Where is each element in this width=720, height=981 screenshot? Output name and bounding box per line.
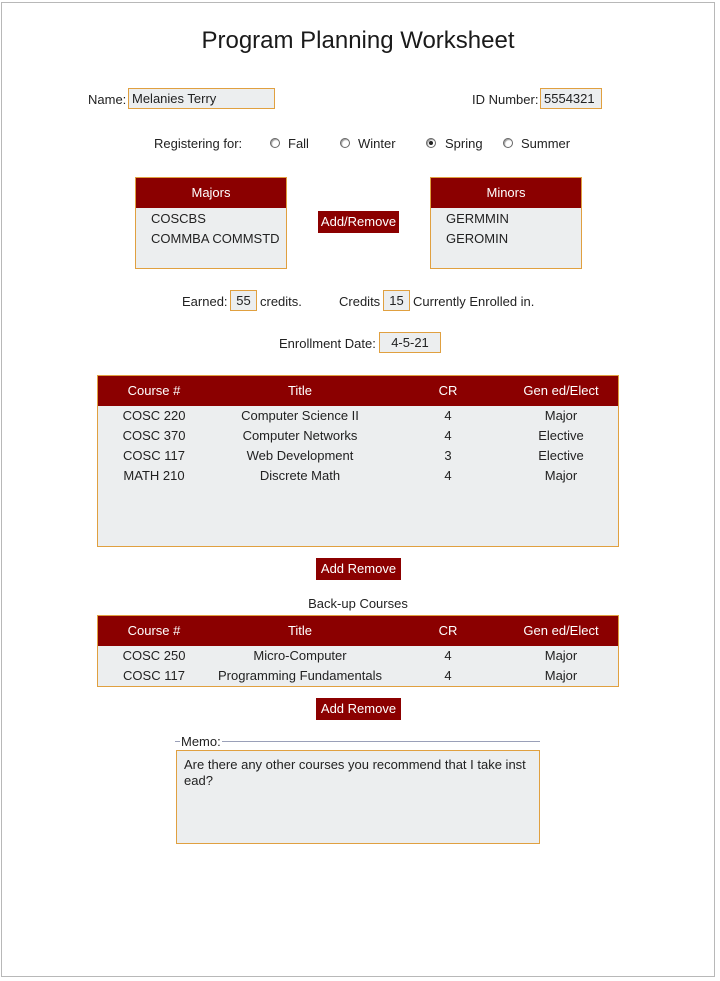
column-title: Title — [287, 383, 313, 398]
table-row[interactable]: COSC 117 Web Development 3 Elective — [98, 446, 618, 466]
gened-cell: Elective — [538, 448, 584, 463]
name-label: Name: — [88, 92, 127, 107]
table-row[interactable]: COSC 220 Computer Science II 4 Major — [98, 406, 618, 426]
table-row[interactable]: COSC 117 Programming Fundamentals 4 Majo… — [98, 666, 618, 686]
memo-textarea[interactable]: Are there any other courses you recommen… — [176, 750, 540, 844]
credits-label: Credits — [339, 294, 381, 309]
add-course-button[interactable]: Add — [321, 561, 344, 576]
course-number-cell: COSC 370 — [122, 428, 186, 443]
column-gened-elect: Gen ed/Elect — [523, 623, 599, 638]
table-row[interactable]: COSC 250 Micro-Computer 4 Major — [98, 646, 618, 666]
minor-item[interactable]: GERMMIN — [446, 209, 509, 229]
memo-label: Memo: — [180, 734, 222, 749]
major-item[interactable]: COMMBA COMMSTD — [151, 229, 280, 249]
title-cell: Micro-Computer — [253, 648, 347, 663]
radio-spring[interactable] — [426, 138, 436, 148]
radio-spring-label: Spring — [445, 136, 483, 151]
registering-label: Registering for: — [154, 136, 243, 151]
backup-courses-table: Course # Title CR Gen ed/Elect COSC 250 … — [97, 615, 619, 687]
radio-summer[interactable] — [503, 138, 513, 148]
name-field[interactable]: Melanies Terry — [128, 88, 275, 109]
courses-button-group: Add Remove — [316, 558, 401, 580]
backup-courses-title: Back-up Courses — [308, 596, 408, 611]
course-number-cell: COSC 220 — [122, 408, 186, 423]
add-remove-button[interactable]: Add/Remove — [318, 211, 399, 233]
majors-items: COSCBS COMMBA COMMSTD — [151, 209, 280, 249]
backup-button-group: Add Remove — [316, 698, 401, 720]
id-number-field[interactable]: 5554321 — [540, 88, 602, 109]
memo-text: Are there any other courses you recommen… — [184, 757, 526, 788]
title-cell: Discrete Math — [259, 468, 341, 483]
page-title: Program Planning Worksheet — [201, 27, 515, 54]
title-cell: Web Development — [246, 448, 354, 463]
majors-list[interactable]: Majors COSCBS COMMBA COMMSTD — [135, 177, 287, 269]
gened-cell: Major — [544, 648, 578, 663]
minors-list[interactable]: Minors GERMMIN GEROMIN — [430, 177, 582, 269]
column-cr: CR — [438, 623, 458, 638]
column-gened-elect: Gen ed/Elect — [523, 383, 599, 398]
course-number-cell: COSC 250 — [122, 648, 186, 663]
credits-field[interactable]: 15 — [383, 290, 410, 311]
gened-cell: Elective — [538, 428, 584, 443]
courses-table-header: Course # Title CR Gen ed/Elect — [98, 376, 618, 406]
major-item[interactable]: COSCBS — [151, 209, 280, 229]
course-number-cell: COSC 117 — [123, 448, 185, 463]
column-cr: CR — [438, 383, 458, 398]
id-number-label: ID Number: — [472, 92, 539, 107]
backup-table-header: Course # Title CR Gen ed/Elect — [98, 616, 618, 646]
radio-summer-label: Summer — [521, 136, 571, 151]
add-backup-button[interactable]: Add — [321, 701, 344, 716]
courses-table: Course # Title CR Gen ed/Elect COSC 220 … — [97, 375, 619, 547]
gened-cell: Major — [544, 408, 578, 423]
cr-cell: 3 — [444, 448, 452, 463]
majors-header: Majors — [136, 178, 286, 208]
column-course-number: Course # — [127, 383, 181, 398]
earned-label: Earned: — [182, 294, 228, 309]
table-row[interactable]: COSC 370 Computer Networks 4 Elective — [98, 426, 618, 446]
remove-backup-button[interactable]: Remove — [348, 701, 396, 716]
radio-fall-label: Fall — [288, 136, 309, 151]
minors-items: GERMMIN GEROMIN — [446, 209, 509, 249]
title-cell: Computer Science II — [241, 408, 359, 423]
gened-cell: Major — [544, 668, 578, 683]
enrollment-date-field[interactable]: 4-5-21 — [379, 332, 441, 353]
radio-winter-label: Winter — [358, 136, 396, 151]
enrollment-date-label: Enrollment Date: — [279, 336, 376, 351]
course-number-cell: MATH 210 — [123, 468, 185, 483]
earned-suffix: credits. — [260, 294, 302, 309]
memo-fieldset-line — [175, 741, 540, 742]
credits-suffix: Currently Enrolled in. — [413, 294, 535, 309]
title-cell: Computer Networks — [242, 428, 358, 443]
radio-fall[interactable] — [270, 138, 280, 148]
minor-item[interactable]: GEROMIN — [446, 229, 509, 249]
cr-cell: 4 — [444, 648, 452, 663]
title-cell: Programming Fundamentals — [217, 668, 383, 683]
cr-cell: 4 — [444, 408, 452, 423]
table-row[interactable]: MATH 210 Discrete Math 4 Major — [98, 466, 618, 486]
radio-winter[interactable] — [340, 138, 350, 148]
minors-header: Minors — [431, 178, 581, 208]
column-title: Title — [287, 623, 313, 638]
cr-cell: 4 — [444, 668, 452, 683]
cr-cell: 4 — [444, 468, 452, 483]
column-course-number: Course # — [127, 623, 181, 638]
earned-field[interactable]: 55 — [230, 290, 257, 311]
cr-cell: 4 — [444, 428, 452, 443]
course-number-cell: COSC 117 — [123, 668, 185, 683]
remove-course-button[interactable]: Remove — [348, 561, 396, 576]
gened-cell: Major — [544, 468, 578, 483]
